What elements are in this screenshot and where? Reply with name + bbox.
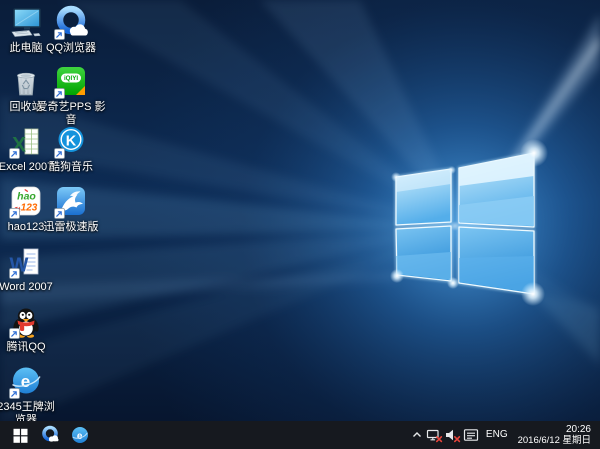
- desktop-icon-label: 迅雷极速版: [34, 221, 108, 234]
- desktop-icon-2345-browser[interactable]: e 2345王牌浏 览器: [0, 364, 58, 427]
- taskbar-2345-browser-button[interactable]: e: [65, 421, 95, 449]
- hao123-hao-text: hao: [17, 191, 36, 203]
- desktop-icon-thunder[interactable]: 迅雷极速版: [39, 184, 103, 234]
- kugou-k-letter: K: [66, 133, 77, 149]
- thunder-bird-icon: [53, 184, 89, 220]
- iqiyi-pps-icon: iQIYI: [53, 64, 89, 100]
- desktop-icon-label: Word 2007: [0, 281, 63, 294]
- word-icon: W: [8, 244, 44, 280]
- qq-penguin-icon: [8, 304, 44, 340]
- desktop-icon-label: 腾讯QQ: [0, 341, 63, 354]
- desktop-icon-iqiyi-pps[interactable]: iQIYI 爱奇艺PPS 影 音: [39, 64, 103, 127]
- network-disconnected-icon: [426, 427, 443, 443]
- volume-muted-icon: [444, 427, 461, 443]
- tray-volume-button[interactable]: [444, 421, 462, 449]
- tray-ime-button[interactable]: [462, 421, 480, 449]
- ime-notes-icon: [463, 427, 479, 443]
- system-tray: ENG 20:26 2016/6/12 星期日: [408, 421, 600, 449]
- taskbar-qq-browser-button[interactable]: [35, 421, 65, 449]
- desktop-icon-label: QQ浏览器: [34, 42, 108, 55]
- qq-browser-taskbar-icon: [40, 425, 60, 445]
- language-indicator[interactable]: ENG: [480, 421, 514, 449]
- desktop-icon-kugou-music[interactable]: K 酷狗音乐: [39, 124, 103, 174]
- clock-date: 2016/6/12 星期日: [518, 435, 591, 446]
- taskbar: e: [0, 421, 600, 449]
- clock-time: 20:26: [518, 424, 591, 435]
- hao123-123-text: 123: [21, 203, 38, 214]
- desktop-icon-word-2007[interactable]: W Word 2007: [0, 244, 58, 294]
- 2345-browser-icon: e: [8, 364, 44, 400]
- kugou-music-icon: K: [53, 124, 89, 160]
- desktop-icon-tencent-qq[interactable]: 腾讯QQ: [0, 304, 58, 354]
- tray-network-button[interactable]: [426, 421, 444, 449]
- chevron-up-icon: [410, 427, 424, 443]
- svg-text:e: e: [77, 431, 83, 442]
- 2345-e-letter: e: [21, 372, 30, 391]
- iqiyi-wordmark: iQIYI: [64, 75, 78, 82]
- start-button[interactable]: [5, 421, 35, 449]
- tray-chevron-button[interactable]: [408, 421, 426, 449]
- desktop-icon-label: 酷狗音乐: [34, 161, 108, 174]
- taskbar-left: e: [0, 421, 95, 449]
- 2345-browser-taskbar-icon: e: [71, 426, 89, 444]
- desktop-icon-qq-browser[interactable]: QQ浏览器: [39, 5, 103, 55]
- windows-logo-icon: [13, 428, 28, 443]
- qq-browser-icon: [53, 5, 89, 41]
- tray-clock[interactable]: 20:26 2016/6/12 星期日: [514, 421, 597, 449]
- desktop: 此电脑 QQ浏览器 回收站: [0, 0, 600, 449]
